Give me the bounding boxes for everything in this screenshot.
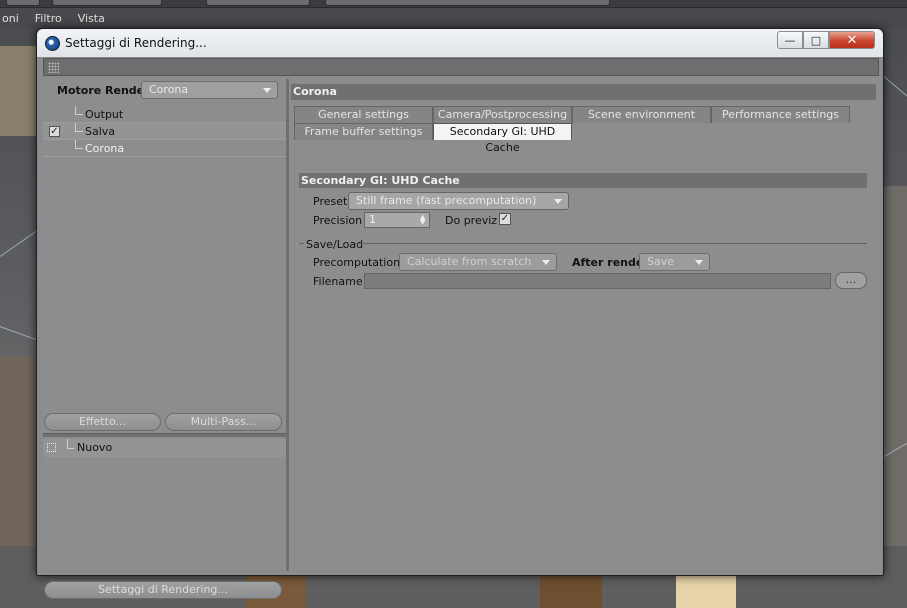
tree-item-label: Output [85, 108, 124, 121]
group-divider [355, 243, 867, 244]
render-settings-button[interactable]: Settaggi di Rendering... [44, 581, 282, 599]
toolbar-button[interactable] [325, 0, 610, 6]
precision-input[interactable]: 1 ▲ ▼ [364, 212, 430, 228]
right-panel: Corona General settings Camera/Postproce… [289, 79, 879, 571]
panel-separator[interactable] [43, 433, 286, 437]
toolbar-button[interactable] [52, 0, 162, 6]
minimize-button[interactable]: — [777, 31, 803, 49]
chevron-down-icon [263, 88, 271, 93]
grip-icon[interactable] [48, 62, 59, 73]
left-panel: Motore Render Corona Output ✓ Salva Coro… [43, 79, 286, 599]
precision-label: Precision [313, 214, 363, 227]
preset-item-nuovo[interactable]: Nuovo [43, 439, 286, 457]
bg-shelf [0, 46, 36, 136]
group-header: Secondary GI: UHD Cache [299, 173, 867, 188]
precomputation-value: Calculate from scratch [407, 255, 532, 268]
chevron-down-icon [554, 199, 562, 204]
group-divider [299, 243, 304, 244]
bg-pillar-2 [540, 574, 602, 608]
save-load-title: Save/Load [306, 238, 364, 251]
tree-item-corona[interactable]: Corona [43, 140, 286, 157]
tree-branch-line [75, 123, 83, 132]
multi-pass-button[interactable]: Multi-Pass... [165, 413, 282, 431]
tab-camera-postprocessing[interactable]: Camera/Postprocessing [433, 106, 572, 123]
close-button[interactable]: ✕ [829, 31, 875, 49]
chevron-down-icon [542, 260, 550, 265]
filename-label: Filename [313, 275, 363, 288]
bg-light-column [676, 574, 736, 608]
chevron-down-icon [695, 260, 703, 265]
menu-item-filtro[interactable]: Filtro [33, 12, 64, 25]
precomputation-label: Precomputation [313, 256, 401, 269]
render-engine-label: Motore Render [57, 84, 150, 97]
toolbar-button[interactable] [206, 0, 310, 6]
tree-branch-line [75, 106, 83, 115]
after-render-dropdown[interactable]: Save [639, 253, 710, 271]
do-previz-checkbox[interactable]: ✓ [499, 213, 511, 225]
salva-checkbox[interactable]: ✓ [49, 126, 60, 137]
section-header: Corona [291, 84, 876, 100]
cinema4d-logo-icon [45, 36, 60, 51]
bg-wire-3 [883, 76, 907, 103]
do-previz-label: Do previz [445, 214, 498, 227]
precomputation-dropdown[interactable]: Calculate from scratch [399, 253, 557, 271]
menu-item[interactable]: oni [0, 12, 21, 25]
render-settings-dialog: Settaggi di Rendering... — □ ✕ Motore Re… [36, 28, 884, 599]
after-render-label: After render [572, 256, 649, 269]
window-title: Settaggi di Rendering... [65, 36, 207, 50]
bg-wall-right [884, 186, 907, 546]
preset-dropdown[interactable]: Still frame (fast precomputation) [348, 192, 569, 210]
filename-input[interactable] [364, 273, 831, 289]
tab-scene-environment[interactable]: Scene environment [572, 106, 711, 123]
tab-performance-settings[interactable]: Performance settings [711, 106, 850, 123]
render-engine-row: Motore Render Corona [43, 79, 286, 101]
bg-wall-left [0, 356, 40, 556]
render-engine-value: Corona [149, 83, 189, 96]
nuovo-label: Nuovo [77, 441, 113, 454]
title-bar[interactable]: Settaggi di Rendering... — □ ✕ [37, 29, 883, 57]
settings-tree: Output ✓ Salva Corona [43, 106, 286, 157]
tree-item-output[interactable]: Output [43, 106, 286, 123]
tree-branch-line [75, 140, 83, 149]
tab-secondary-gi-uhd-cache[interactable]: Secondary GI: UHD Cache [433, 123, 572, 154]
preset-label: Preset [313, 195, 348, 208]
tree-item-salva[interactable]: ✓ Salva [43, 123, 286, 140]
browse-button[interactable]: ... [835, 272, 867, 289]
maximize-button[interactable]: □ [803, 31, 829, 49]
tree-item-label: Corona [85, 142, 125, 155]
host-toolbar [0, 0, 907, 8]
menu-item-vista[interactable]: Vista [76, 12, 107, 25]
tree-branch-line [67, 439, 74, 449]
render-engine-dropdown[interactable]: Corona [141, 81, 278, 99]
precision-value: 1 [369, 213, 376, 226]
preset-value: Still frame (fast precomputation) [356, 194, 537, 207]
dialog-grip-bar [43, 58, 879, 76]
effetto-button[interactable]: Effetto... [44, 413, 161, 431]
host-menubar: oni Filtro Vista [0, 8, 907, 28]
spinner-arrows-icon[interactable]: ▲ ▼ [420, 214, 426, 226]
after-render-value: Save [647, 255, 675, 268]
expand-icon[interactable] [47, 443, 56, 452]
tab-frame-buffer-settings[interactable]: Frame buffer settings [294, 123, 433, 140]
tree-item-label: Salva [85, 125, 116, 138]
tab-general-settings[interactable]: General settings [294, 106, 433, 123]
toolbar-button[interactable] [6, 0, 40, 6]
